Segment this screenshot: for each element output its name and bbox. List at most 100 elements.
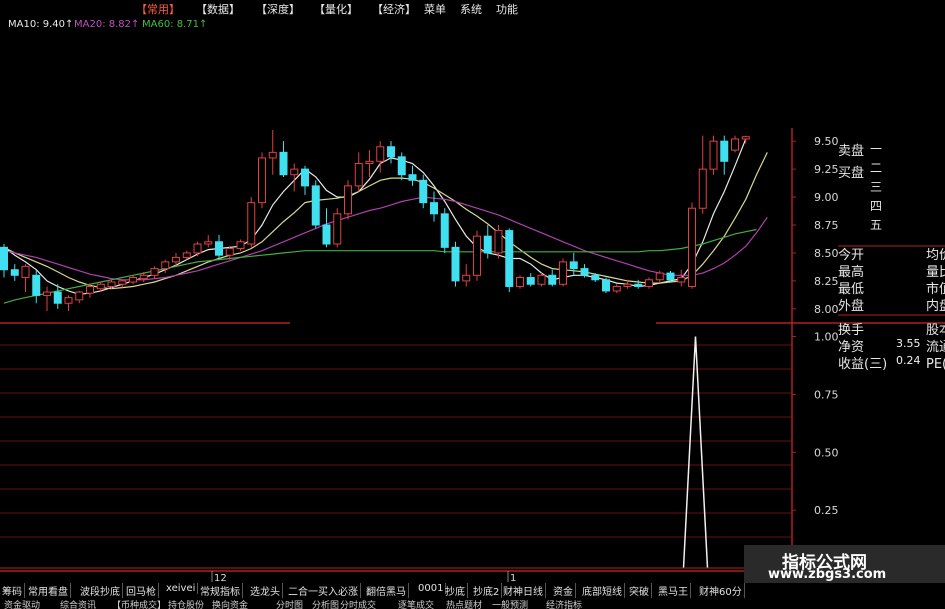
candle-body[interactable] (430, 202, 438, 215)
candle[interactable] (569, 252, 578, 276)
candle-body[interactable] (483, 235, 492, 254)
candle[interactable] (215, 235, 223, 259)
candle[interactable] (118, 279, 127, 288)
candle-body[interactable] (53, 291, 62, 304)
candle-body[interactable] (193, 243, 202, 254)
candle[interactable] (602, 277, 610, 294)
candle-body[interactable] (258, 157, 266, 204)
candle[interactable] (430, 191, 438, 222)
candle-body[interactable] (537, 274, 546, 285)
candle-body[interactable] (118, 280, 127, 285)
candle-body[interactable] (322, 224, 331, 245)
candle[interactable] (709, 135, 718, 175)
candle-body[interactable] (376, 146, 385, 162)
candle-body[interactable] (86, 285, 94, 294)
candle[interactable] (526, 273, 535, 287)
candle-body[interactable] (397, 156, 406, 176)
candle[interactable] (408, 165, 417, 186)
candle-body[interactable] (344, 185, 352, 215)
candle-body[interactable] (666, 272, 675, 281)
candle[interactable] (612, 284, 621, 294)
candle-body[interactable] (43, 291, 51, 296)
candle-body[interactable] (440, 213, 449, 248)
candle[interactable] (419, 174, 428, 209)
candle-body[interactable] (612, 285, 621, 292)
candle[interactable] (193, 241, 202, 257)
candle-body[interactable] (419, 179, 428, 204)
candle-body[interactable] (247, 202, 256, 245)
candle-body[interactable] (677, 277, 686, 283)
candle-body[interactable] (311, 185, 320, 226)
candle-body[interactable] (32, 274, 41, 296)
candle-body[interactable] (526, 277, 535, 285)
candle-body[interactable] (150, 268, 159, 276)
candle[interactable] (204, 235, 213, 248)
candle-body[interactable] (731, 138, 739, 151)
candle[interactable] (580, 264, 589, 278)
candle[interactable] (236, 239, 245, 251)
candle-body[interactable] (494, 230, 503, 254)
candle-body[interactable] (698, 168, 707, 209)
candle-body[interactable] (623, 283, 632, 287)
candle-body[interactable] (688, 207, 696, 287)
candle[interactable] (64, 295, 73, 312)
candle[interactable] (150, 266, 159, 279)
candle-body[interactable] (236, 241, 245, 249)
candle-body[interactable] (709, 140, 718, 170)
candle-body[interactable] (129, 277, 137, 283)
candle-body[interactable] (21, 265, 30, 279)
candle-body[interactable] (569, 261, 578, 270)
candle-body[interactable] (505, 230, 514, 287)
candle-body[interactable] (655, 272, 664, 281)
candle-body[interactable] (516, 277, 524, 287)
candle[interactable] (387, 141, 395, 164)
candle[interactable] (365, 150, 374, 177)
candle[interactable] (21, 264, 30, 293)
candle[interactable] (322, 208, 331, 248)
candle-body[interactable] (354, 163, 363, 187)
candle[interactable] (354, 152, 363, 192)
candle[interactable] (677, 269, 686, 287)
candle-body[interactable] (225, 247, 234, 256)
candle-body[interactable] (64, 297, 73, 304)
candle-body[interactable] (559, 261, 567, 285)
candle-body[interactable] (172, 256, 180, 263)
candle[interactable] (279, 141, 288, 177)
candle[interactable] (559, 258, 567, 287)
candle[interactable] (516, 275, 524, 289)
candle-body[interactable] (75, 291, 84, 301)
kline-chart[interactable]: 9.50 9.25 9.00 8.75 8.50 8.25 8.00 1.00 0.75 0.50… (0, 0, 945, 609)
candle[interactable] (473, 230, 481, 281)
candle[interactable] (86, 284, 94, 298)
candle[interactable] (43, 286, 51, 312)
candle[interactable] (333, 208, 342, 248)
candle-body[interactable] (333, 213, 342, 245)
candle-body[interactable] (462, 274, 471, 282)
candle-body[interactable] (204, 241, 213, 245)
candle[interactable] (268, 130, 277, 175)
candle-body[interactable] (634, 283, 643, 287)
candle[interactable] (75, 290, 84, 304)
candle[interactable] (344, 180, 352, 220)
candle-body[interactable] (182, 252, 191, 258)
candlesticks[interactable] (0, 130, 750, 312)
candle-body[interactable] (268, 151, 277, 159)
candle[interactable] (301, 165, 309, 195)
candle-body[interactable] (301, 168, 309, 187)
candle[interactable] (462, 264, 471, 287)
candle[interactable] (698, 135, 707, 214)
candle-body[interactable] (451, 246, 460, 282)
candle[interactable] (311, 180, 320, 229)
candle-body[interactable] (602, 279, 610, 292)
candle[interactable] (720, 135, 729, 175)
candle[interactable] (451, 241, 460, 287)
candle[interactable] (741, 135, 750, 144)
candle-body[interactable] (290, 168, 299, 176)
candle[interactable] (537, 273, 546, 287)
candle[interactable] (129, 275, 137, 285)
candle-body[interactable] (279, 151, 288, 176)
candle[interactable] (397, 152, 406, 181)
candle-body[interactable] (473, 235, 481, 276)
candle[interactable] (731, 135, 739, 153)
candle-body[interactable] (387, 146, 395, 158)
